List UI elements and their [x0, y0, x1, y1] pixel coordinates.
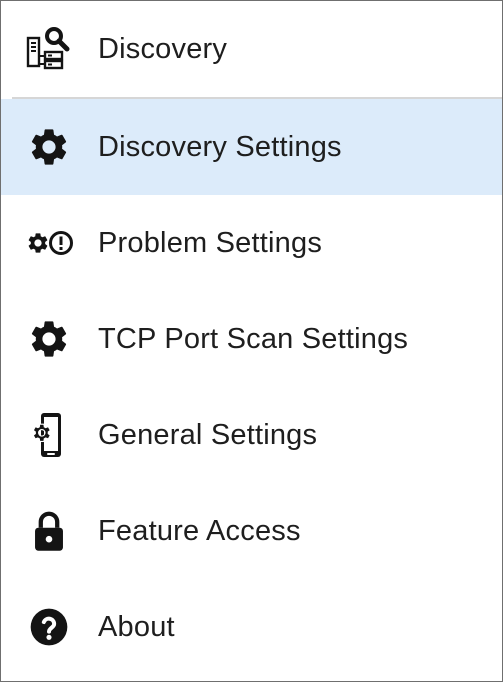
navigation-menu: Discovery Discovery Settings Problem Set…	[0, 0, 503, 682]
menu-item-label: General Settings	[98, 418, 318, 451]
help-circle-icon	[23, 601, 75, 653]
device-gear-icon	[23, 409, 75, 461]
menu-item-feature-access[interactable]: Feature Access	[1, 483, 502, 579]
menu-item-general-settings[interactable]: General Settings	[1, 387, 502, 483]
lock-icon	[23, 505, 75, 557]
menu-item-label: About	[98, 610, 175, 643]
menu-item-problem-settings[interactable]: Problem Settings	[1, 195, 502, 291]
menu-item-label: Discovery Settings	[98, 130, 342, 163]
menu-item-discovery-settings[interactable]: Discovery Settings	[1, 99, 502, 195]
discovery-servers-search-icon	[23, 23, 75, 75]
gear-icon	[23, 313, 75, 365]
menu-item-tcp-port-scan-settings[interactable]: TCP Port Scan Settings	[1, 291, 502, 387]
menu-item-label: TCP Port Scan Settings	[98, 322, 409, 355]
gear-icon	[23, 121, 75, 173]
menu-header-label: Discovery	[98, 32, 228, 65]
menu-item-about[interactable]: About	[1, 579, 502, 675]
menu-header-discovery[interactable]: Discovery	[1, 1, 502, 97]
menu-item-label: Feature Access	[98, 514, 301, 547]
gear-alert-icon	[23, 217, 75, 269]
menu-item-label: Problem Settings	[98, 226, 323, 259]
